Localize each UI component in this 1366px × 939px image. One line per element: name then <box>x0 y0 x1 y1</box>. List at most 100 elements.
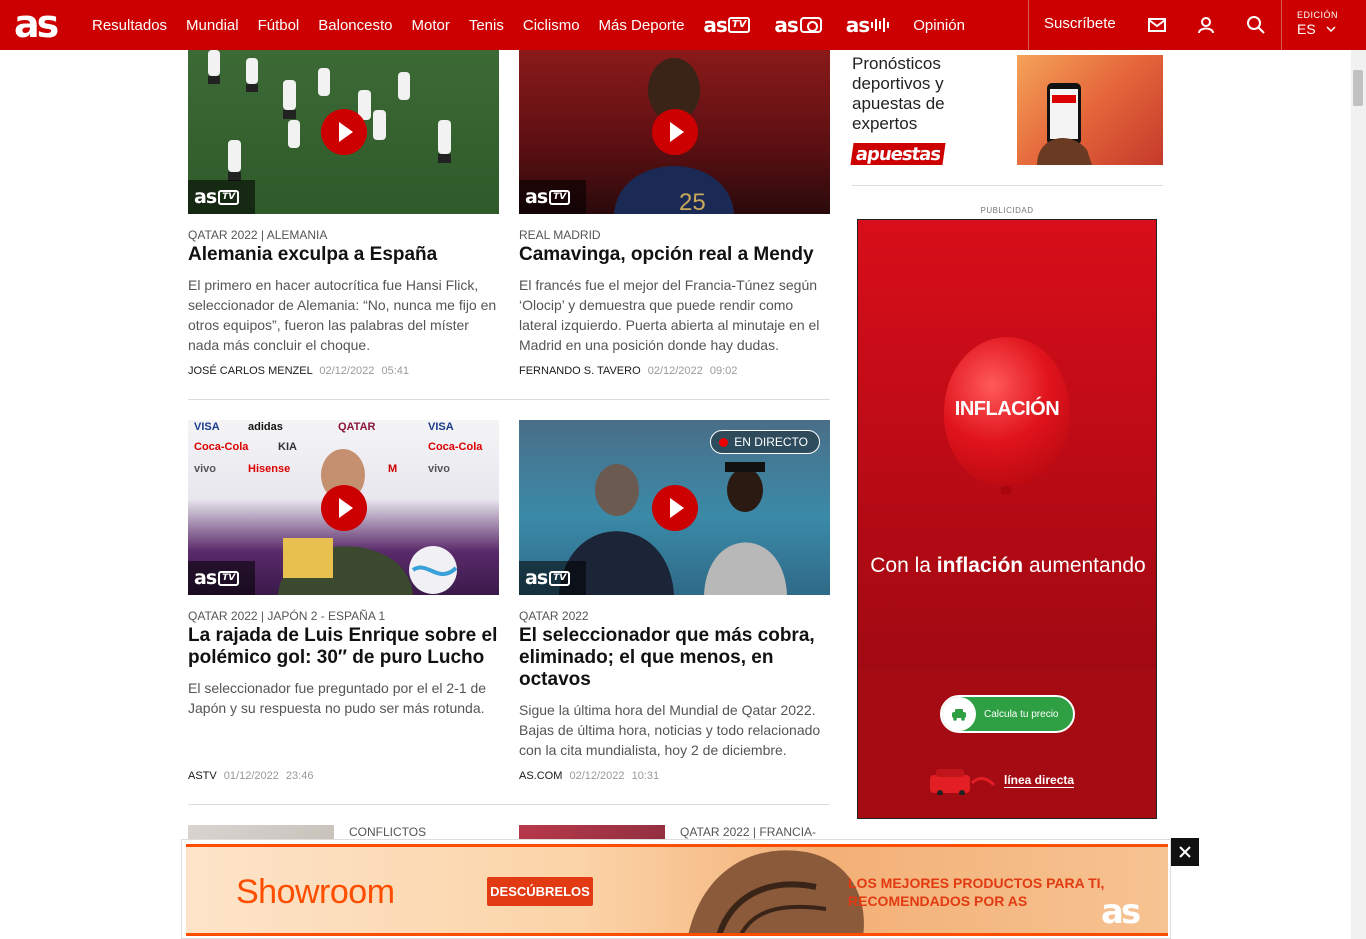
mail-icon[interactable] <box>1147 15 1167 35</box>
tv-suffix: TV <box>727 17 751 33</box>
edition-value-row: ES <box>1297 21 1338 37</box>
article-author[interactable]: ASTV <box>188 770 217 782</box>
page-scrollbar-thumb[interactable] <box>1353 70 1363 106</box>
article-headline[interactable]: Camavinga, opción real a Mendy <box>519 244 830 266</box>
article-kicker[interactable]: CONFLICTOS <box>349 825 426 839</box>
article-card[interactable]: as TV QATAR 2022 | ALEMANIA Alemania excu… <box>188 50 499 355</box>
article-video-thumbnail[interactable]: 25 as TV <box>519 50 830 214</box>
top-nav-bar: as Resultados Mundial Fútbol Baloncesto … <box>0 0 1366 50</box>
sidebar-divider <box>852 185 1163 186</box>
astv-badge: as TV <box>188 180 255 214</box>
nav-item-resultados[interactable]: Resultados <box>92 17 167 34</box>
ad-tagline-bold: inflación <box>936 554 1024 577</box>
article-card[interactable]: VISA adidas QATAR VISA Coca-Cola KIA Coca-Col… <box>188 420 499 718</box>
astv-badge-as: as <box>194 567 217 589</box>
search-icon[interactable] <box>1246 15 1266 35</box>
article-video-thumbnail[interactable]: EN DIRECTO as TV <box>519 420 830 595</box>
audio-wave-icon <box>871 18 890 32</box>
article-author[interactable]: JOSÉ CARLOS MENZEL <box>188 365 312 377</box>
as-photo-wordmark: as <box>774 13 798 37</box>
svg-text:KIA: KIA <box>278 441 297 453</box>
calculate-price-button[interactable]: Calcula tu precio <box>940 695 1075 733</box>
user-icon[interactable] <box>1196 15 1216 35</box>
ad-lower-panel <box>858 668 1156 818</box>
article-headline[interactable]: Alemania exculpa a España <box>188 244 499 266</box>
article-kicker[interactable]: QATAR 2022 | JAPÓN 2 - ESPAÑA 1 <box>188 609 499 623</box>
nav-item-mas-deporte[interactable]: Más Deporte <box>599 17 685 34</box>
camera-icon <box>799 17 822 33</box>
ad-tagline: Con la inflación aumentando <box>858 554 1156 578</box>
article-time: 10:31 <box>631 770 660 782</box>
banner-inner: Showroom DESCÚBRELOS LOS MEJORES PRODUCT… <box>186 844 1168 936</box>
nav-item-opinion[interactable]: Opinión <box>913 17 965 34</box>
phone-in-hand-illustration <box>1037 83 1092 165</box>
edition-value: ES <box>1297 21 1316 37</box>
play-icon[interactable] <box>651 109 698 155</box>
as-photo-link[interactable]: as <box>774 13 822 37</box>
betting-promo-image[interactable] <box>1017 55 1163 165</box>
svg-text:Hisense: Hisense <box>248 463 290 475</box>
as-tv-wordmark: as <box>703 13 727 37</box>
svg-text:Coca-Cola: Coca-Cola <box>194 441 249 453</box>
as-audio-link[interactable]: as <box>846 13 890 37</box>
svg-text:M: M <box>388 463 397 475</box>
edition-label: EDICIÓN <box>1297 10 1339 20</box>
article-byline: FERNANDO S. TAVERO 02/12/2022 09:02 <box>519 365 737 377</box>
article-time: 09:02 <box>709 365 738 377</box>
as-logo[interactable]: as <box>14 5 64 43</box>
close-icon <box>1179 846 1191 858</box>
article-time: 23:46 <box>285 770 314 782</box>
ad-label: PUBLICIDAD <box>980 206 1034 215</box>
nav-item-futbol[interactable]: Fútbol <box>258 17 300 34</box>
article-kicker[interactable]: QATAR 2022 | FRANCIA- <box>680 825 816 839</box>
article-headline[interactable]: La rajada de Luis Enrique sobre el polém… <box>188 625 499 669</box>
section-nav: Resultados Mundial Fútbol Baloncesto Mot… <box>92 0 984 50</box>
betting-promo-text[interactable]: Pronósticos deportivos y apuestas de exp… <box>852 54 1002 134</box>
article-card[interactable]: EN DIRECTO as TV QATAR 2022 El selecciona… <box>519 420 830 760</box>
article-author[interactable]: FERNANDO S. TAVERO <box>519 365 641 377</box>
play-icon[interactable] <box>320 484 367 531</box>
car-icon <box>942 697 976 731</box>
astv-badge-as: as <box>525 186 548 208</box>
article-summary: El primero en hacer autocrítica fue Hans… <box>188 277 497 353</box>
as-tv-link[interactable]: as TV <box>703 13 751 37</box>
ad-tagline-post: aumentando <box>1023 554 1146 577</box>
close-banner-button[interactable] <box>1171 838 1199 866</box>
article-summary: El seleccionador fue preguntado por el e… <box>188 680 487 716</box>
article-summary: Sigue la última hora del Mundial de Qata… <box>519 702 821 758</box>
banner-as-logo: as <box>1101 892 1141 932</box>
edition-selector[interactable]: EDICIÓN ES <box>1297 10 1338 37</box>
article-kicker[interactable]: REAL MADRID <box>519 228 830 242</box>
svg-text:25: 25 <box>679 189 706 214</box>
article-kicker[interactable]: QATAR 2022 | ALEMANIA <box>188 228 499 242</box>
nav-item-tenis[interactable]: Tenis <box>469 17 504 34</box>
page-scrollbar-track[interactable] <box>1351 50 1366 939</box>
svg-text:adidas: adidas <box>248 421 283 433</box>
article-kicker[interactable]: QATAR 2022 <box>519 609 830 623</box>
inflation-ad[interactable]: INFLACIÓN Con la inflación aumentando Ca… <box>857 219 1157 819</box>
article-author[interactable]: AS.COM <box>519 770 562 782</box>
play-icon[interactable] <box>651 484 698 531</box>
nav-item-motor[interactable]: Motor <box>412 17 450 34</box>
nav-separator <box>1281 0 1282 50</box>
astv-badge-tv: TV <box>218 189 240 205</box>
showroom-banner-ad[interactable]: Showroom DESCÚBRELOS LOS MEJORES PRODUCT… <box>181 839 1171 939</box>
apuestas-logo[interactable]: apuestas <box>850 143 946 165</box>
astv-badge: as TV <box>519 561 586 595</box>
descubrelos-button[interactable]: DESCÚBRELOS <box>487 877 593 906</box>
balloon-knot <box>1001 486 1011 494</box>
nav-item-mundial[interactable]: Mundial <box>186 17 239 34</box>
astv-badge-as: as <box>194 186 217 208</box>
cta-label: Calcula tu precio <box>984 708 1059 720</box>
banner-copy: LOS MEJORES PRODUCTOS PARA TI, RECOMENDA… <box>848 875 1105 909</box>
astv-badge-tv: TV <box>549 570 571 586</box>
nav-item-ciclismo[interactable]: Ciclismo <box>523 17 580 34</box>
article-headline[interactable]: El seleccionador que más cobra, eliminad… <box>519 625 830 691</box>
article-card[interactable]: 25 as TV REAL MADRID Camavinga, opción re… <box>519 50 830 355</box>
nav-item-baloncesto[interactable]: Baloncesto <box>318 17 392 34</box>
subscribe-link[interactable]: Suscríbete <box>1044 15 1116 32</box>
astv-badge-tv: TV <box>218 570 240 586</box>
article-video-thumbnail[interactable]: VISA adidas QATAR VISA Coca-Cola KIA Coca-Col… <box>188 420 499 595</box>
article-video-thumbnail[interactable]: as TV <box>188 50 499 214</box>
play-icon[interactable] <box>320 109 367 155</box>
